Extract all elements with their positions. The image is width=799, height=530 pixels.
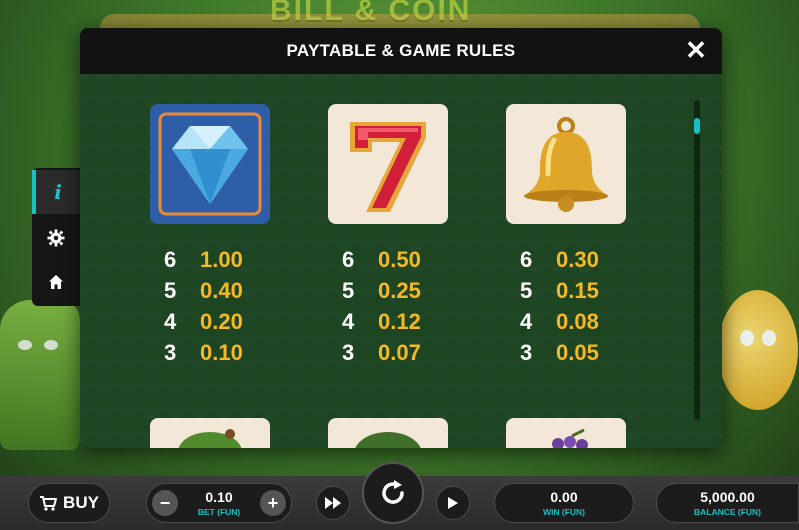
payout-value: 0.50 — [378, 246, 421, 272]
symbol-count: 3 — [342, 339, 355, 365]
win-label: WIN (FUN) — [542, 507, 585, 517]
seven-icon — [350, 122, 426, 212]
diamond-icon — [158, 112, 262, 216]
payout-value: 0.08 — [556, 308, 599, 334]
payout-value: 0.07 — [378, 339, 421, 365]
symbol-count: 5 — [520, 277, 533, 303]
buy-label: BUY — [63, 493, 99, 512]
payout-row: 6 1.00 — [164, 244, 243, 275]
symbol-count: 4 — [164, 308, 177, 334]
symbol-count: 6 — [520, 246, 533, 272]
symbol-count: 4 — [520, 308, 533, 334]
payout-value: 0.05 — [556, 339, 599, 365]
cart-icon — [40, 496, 58, 511]
payout-list: 6 0.50 5 0.25 4 0.12 3 0.07 — [342, 244, 421, 368]
seven-symbol-icon — [328, 104, 448, 224]
grapes-symbol-icon — [506, 418, 626, 448]
symbol-count: 5 — [164, 277, 177, 303]
win-value: 0.00 — [550, 489, 578, 505]
payout-value: 0.12 — [378, 308, 421, 334]
payout-value: 0.10 — [200, 339, 243, 365]
home-button[interactable] — [32, 260, 80, 304]
lime-symbol-icon — [328, 418, 448, 448]
payout-row: 4 0.08 — [520, 306, 599, 337]
bet-decrease-button[interactable]: − — [152, 490, 178, 516]
symbol-count: 5 — [342, 277, 355, 303]
payout-row: 3 0.05 — [520, 337, 599, 368]
payout-row: 4 0.20 — [164, 306, 243, 337]
payout-row: 5 0.25 — [342, 275, 421, 306]
payout-value: 0.15 — [556, 277, 599, 303]
payout-value: 0.30 — [556, 246, 599, 272]
paytable-body[interactable]: 6 1.00 5 0.40 4 0.20 3 0.10 6 0.50 5 0.2… — [80, 74, 722, 448]
payout-row: 6 0.30 — [520, 244, 599, 275]
win-display: 0.00 WIN (FUN) — [494, 483, 634, 523]
info-icon: i — [54, 180, 62, 204]
payout-row: 5 0.40 — [164, 275, 243, 306]
balance-display: 5,000.00 BALANCE (FUN) — [656, 483, 799, 523]
payout-value: 0.40 — [200, 277, 243, 303]
payout-list: 6 0.30 5 0.15 4 0.08 3 0.05 — [520, 244, 599, 368]
payout-row: 3 0.10 — [164, 337, 243, 368]
home-icon — [49, 275, 63, 289]
balance-value: 5,000.00 — [700, 489, 755, 505]
bell-symbol-icon — [506, 104, 626, 224]
symbol-count: 6 — [342, 246, 355, 272]
character-eye — [762, 330, 776, 346]
spin-button[interactable] — [362, 462, 424, 524]
buy-button[interactable]: BUY — [28, 483, 110, 523]
character-eye — [44, 340, 58, 350]
autoplay-button[interactable] — [436, 486, 470, 520]
diamond-symbol-icon — [150, 104, 270, 224]
scrollbar-thumb[interactable] — [694, 118, 700, 134]
spin-icon — [382, 480, 404, 504]
turbo-button[interactable] — [316, 486, 350, 520]
payout-value: 0.25 — [378, 277, 421, 303]
symbol-count: 4 — [342, 308, 355, 334]
payout-row: 4 0.12 — [342, 306, 421, 337]
play-icon — [448, 497, 458, 509]
bell-icon — [524, 117, 608, 212]
modal-title: PAYTABLE & GAME RULES — [286, 41, 516, 60]
gear-icon — [47, 229, 65, 247]
side-menu: i — [32, 168, 80, 306]
character-eye — [18, 340, 32, 350]
payout-row: 3 0.07 — [342, 337, 421, 368]
symbol-count: 3 — [164, 339, 177, 365]
fast-forward-icon — [325, 497, 341, 509]
payout-value: 0.20 — [200, 308, 243, 334]
character-eye — [740, 330, 754, 346]
symbol-count: 6 — [164, 246, 177, 272]
close-button[interactable]: ✕ — [684, 37, 708, 63]
symbol-count: 3 — [520, 339, 533, 365]
bill-character — [0, 300, 80, 450]
paytable-symbol-bell: 6 0.30 5 0.15 4 0.08 3 0.05 — [506, 104, 722, 374]
payout-value: 1.00 — [200, 246, 243, 272]
melon-symbol-icon — [150, 418, 270, 448]
payout-list: 6 1.00 5 0.40 4 0.20 3 0.10 — [164, 244, 243, 368]
paytable-modal: PAYTABLE & GAME RULES ✕ 6 1.00 5 0.40 4 … — [80, 28, 722, 448]
settings-button[interactable] — [32, 216, 80, 260]
info-button[interactable]: i — [32, 170, 80, 214]
balance-label: BALANCE (FUN) — [693, 507, 762, 517]
paytable-scrollbar[interactable] — [694, 100, 700, 420]
payout-row: 5 0.15 — [520, 275, 599, 306]
bet-increase-button[interactable]: + — [260, 490, 286, 516]
modal-header: PAYTABLE & GAME RULES ✕ — [80, 28, 722, 74]
coin-character — [718, 290, 798, 410]
payout-row: 6 0.50 — [342, 244, 421, 275]
